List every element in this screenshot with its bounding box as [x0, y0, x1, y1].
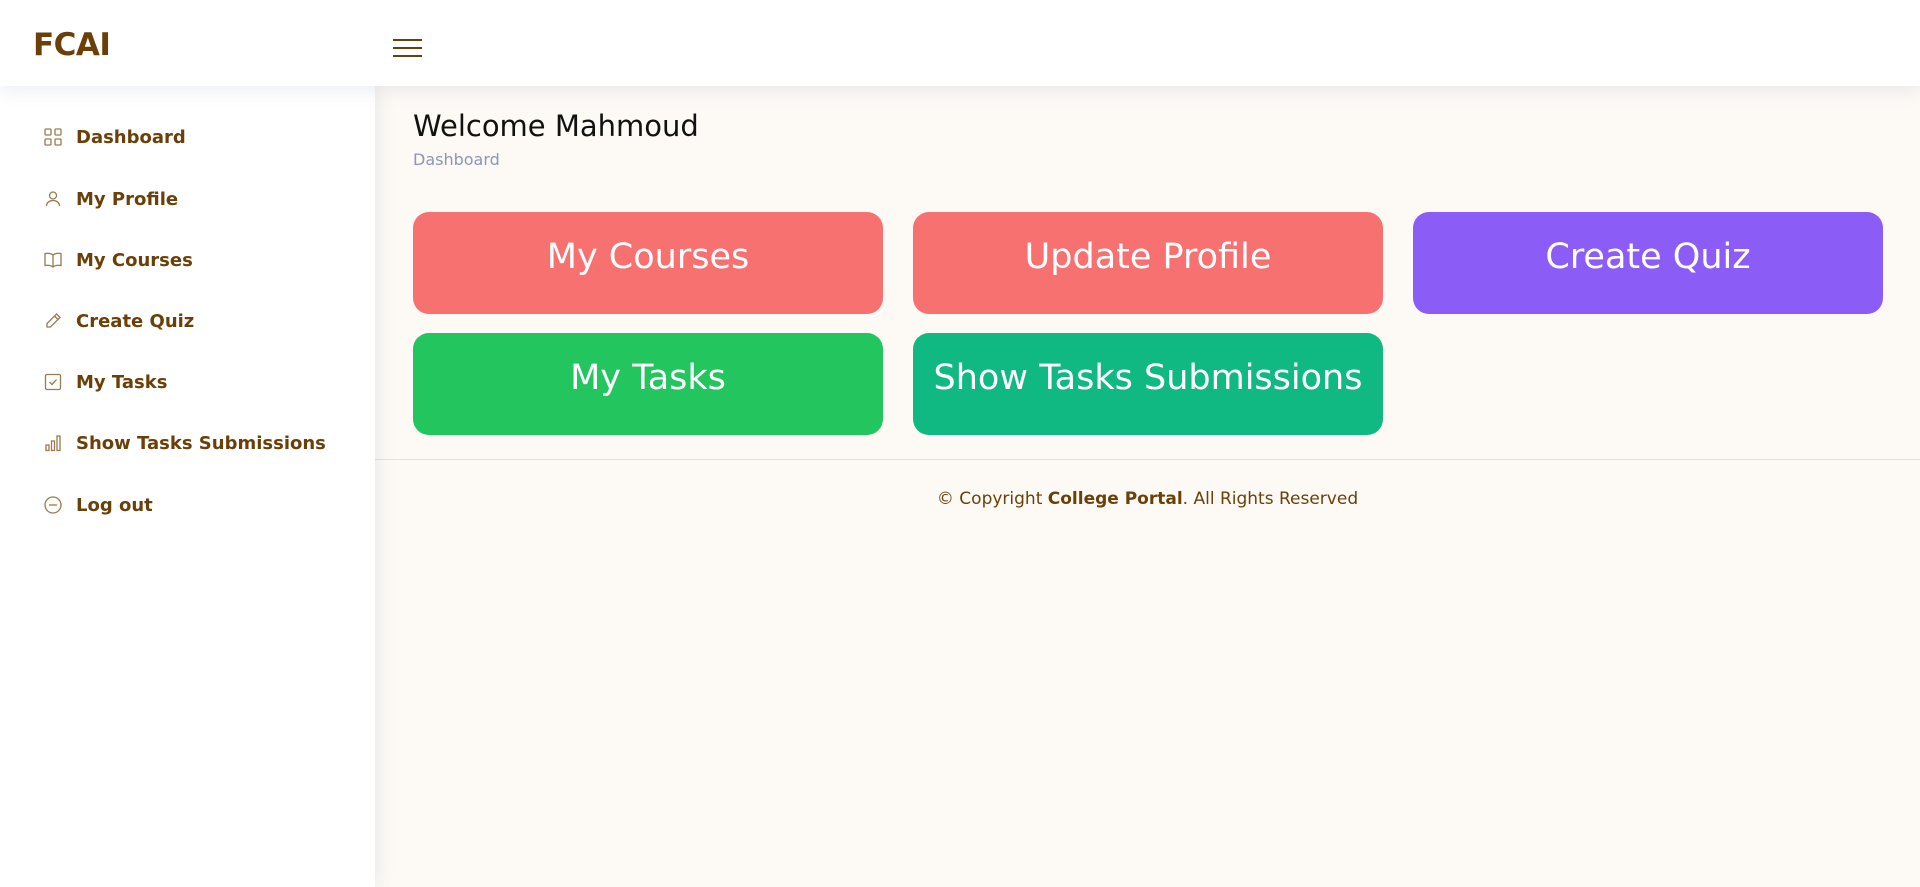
sidebar-item-my-courses[interactable]: My Courses	[30, 238, 350, 282]
book-icon	[42, 249, 64, 271]
footer-brand: College Portal	[1047, 489, 1183, 509]
minus-circle-icon	[42, 494, 64, 516]
pencil-icon	[42, 310, 64, 332]
hamburger-menu-icon[interactable]	[393, 35, 422, 61]
person-icon	[42, 188, 64, 210]
sidebar-item-my-tasks[interactable]: My Tasks	[30, 360, 350, 404]
create-quiz-button[interactable]: Create Quiz	[1413, 212, 1883, 314]
sidebar-item-label: Dashboard	[76, 126, 186, 148]
sidebar-item-my-profile[interactable]: My Profile	[30, 177, 350, 221]
sidebar-item-label: Create Quiz	[76, 310, 195, 332]
page-title: Welcome Mahmoud	[413, 109, 699, 143]
sidebar-item-label: My Tasks	[76, 371, 168, 393]
sidebar-item-show-tasks-submissions[interactable]: Show Tasks Submissions	[30, 421, 350, 465]
my-courses-button[interactable]: My Courses	[413, 212, 883, 314]
sidebar: Dashboard My Profile My Courses Create Q…	[0, 86, 375, 887]
footer-divider	[375, 459, 1920, 460]
sidebar-item-label: Log out	[76, 494, 153, 516]
logo[interactable]: FCAI	[33, 25, 111, 65]
main-content: Welcome Mahmoud Dashboard My Courses Upd…	[375, 86, 1920, 887]
breadcrumb[interactable]: Dashboard	[413, 150, 500, 170]
bar-chart-icon	[42, 432, 64, 454]
grid-icon	[42, 126, 64, 148]
sidebar-item-label: Show Tasks Submissions	[76, 432, 326, 454]
sidebar-item-create-quiz[interactable]: Create Quiz	[30, 299, 350, 343]
update-profile-button[interactable]: Update Profile	[913, 212, 1383, 314]
footer-suffix: . All Rights Reserved	[1182, 489, 1359, 509]
top-header: FCAI	[0, 0, 1920, 86]
sidebar-item-label: My Profile	[76, 188, 179, 210]
sidebar-item-log-out[interactable]: Log out	[30, 483, 350, 527]
show-tasks-submissions-button[interactable]: Show Tasks Submissions	[913, 333, 1383, 435]
sidebar-item-label: My Courses	[76, 249, 193, 271]
my-tasks-button[interactable]: My Tasks	[413, 333, 883, 435]
check-square-icon	[42, 371, 64, 393]
sidebar-item-dashboard[interactable]: Dashboard	[30, 115, 350, 159]
footer-prefix: © Copyright	[936, 489, 1048, 509]
footer-copyright: © Copyright College Portal. All Rights R…	[375, 487, 1920, 511]
